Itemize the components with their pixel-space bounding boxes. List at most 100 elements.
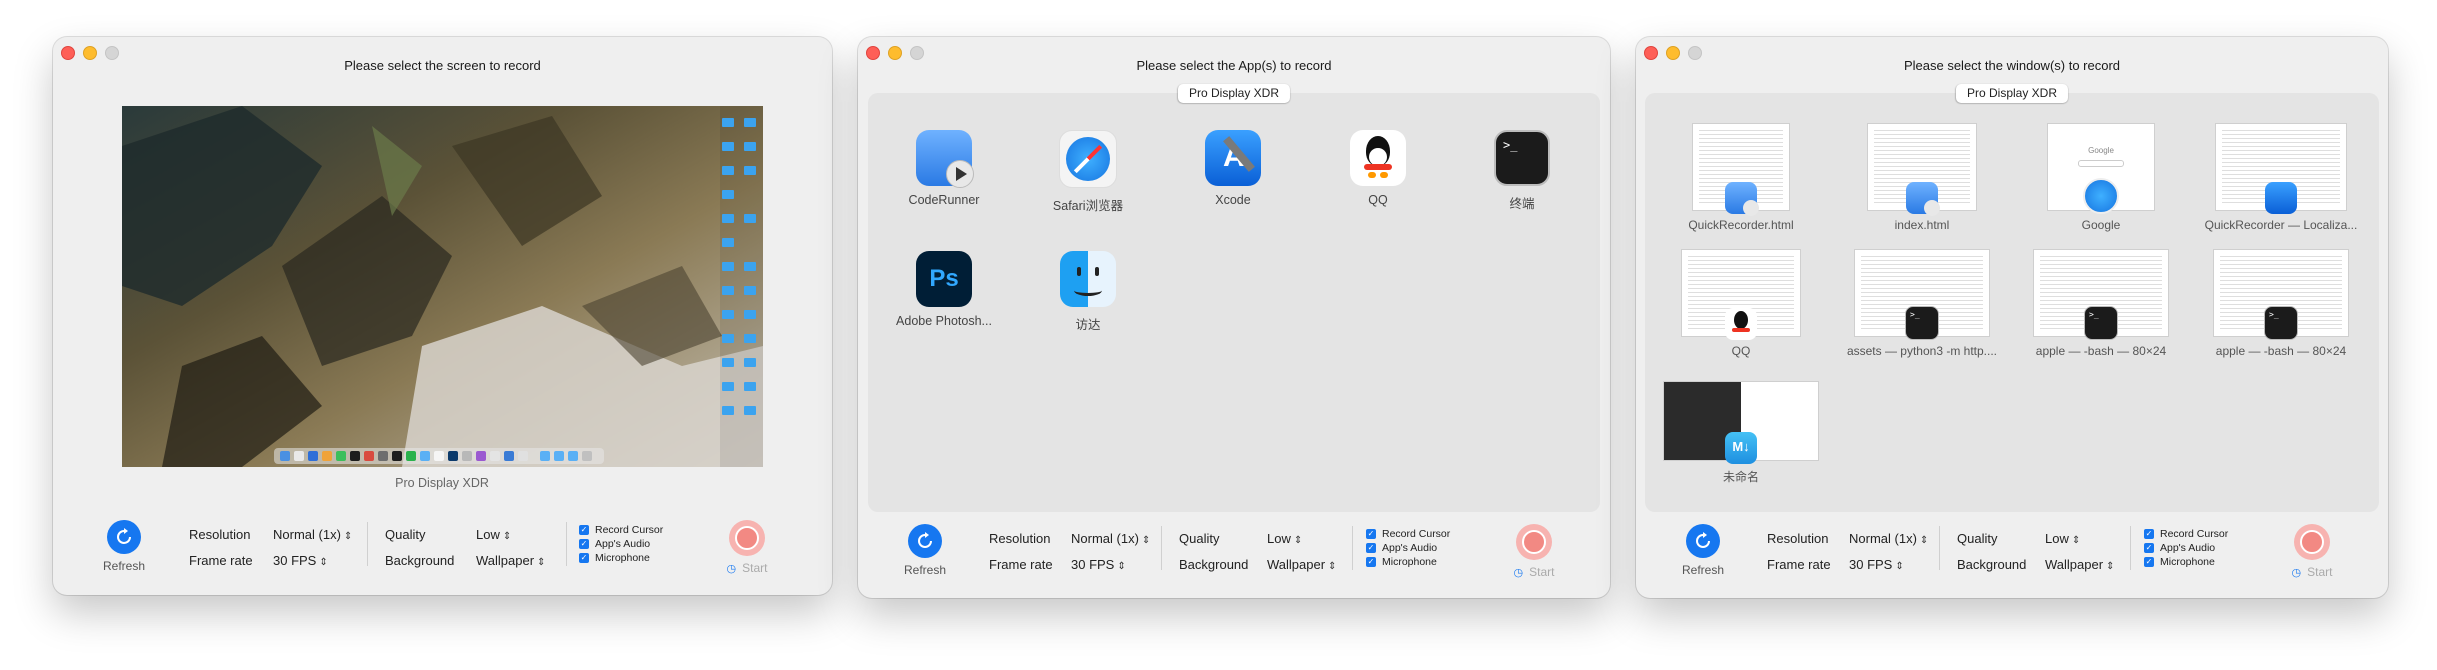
background-select[interactable]: Wallpaper ⇕ xyxy=(2045,557,2114,572)
window-item[interactable]: >_ assets — python3 -m http.... xyxy=(1842,249,2002,358)
timer-icon[interactable]: ◷ xyxy=(727,562,737,575)
terminal-glyph: >_ xyxy=(2269,310,2279,319)
record-icon xyxy=(1516,524,1552,560)
display-select-button[interactable]: Pro Display XDR xyxy=(1177,84,1291,103)
framerate-label: Frame rate xyxy=(989,557,1053,572)
resolution-select[interactable]: Normal (1x) ⇕ xyxy=(1071,531,1150,546)
qq-penguin-icon xyxy=(1725,308,1757,340)
chevron-updown-icon: ⇕ xyxy=(1895,561,1904,572)
quality-select[interactable]: Low ⇕ xyxy=(2045,531,2080,546)
google-text: Google xyxy=(2088,146,2114,155)
window-item[interactable]: >_ apple — -bash — 80×24 xyxy=(2021,249,2181,358)
markdown-glyph: M↓ xyxy=(1732,439,1750,454)
screen-caption: Pro Display XDR xyxy=(395,476,489,490)
coderunner-icon xyxy=(1725,182,1759,216)
microphone-checkbox[interactable]: ✓ Microphone xyxy=(579,551,663,565)
xcode-icon xyxy=(2265,182,2297,214)
chevron-updown-icon: ⇕ xyxy=(1141,535,1151,546)
microphone-checkbox[interactable]: ✓ Microphone xyxy=(1366,555,1450,569)
window-item[interactable]: QuickRecorder — Localiza... xyxy=(2201,123,2361,232)
record-cursor-checkbox[interactable]: ✓ Record Cursor xyxy=(579,523,663,537)
refresh-button[interactable]: Refresh xyxy=(895,524,955,577)
refresh-icon xyxy=(107,520,141,554)
window-item[interactable]: QuickRecorder.html xyxy=(1661,123,1821,232)
checkmark-icon: ✓ xyxy=(579,539,589,549)
checkmark-icon: ✓ xyxy=(579,525,589,535)
divider xyxy=(2130,526,2131,570)
control-bar: Refresh Resolution Normal (1x) ⇕ Frame ra… xyxy=(53,520,832,595)
display-select-button[interactable]: Pro Display XDR xyxy=(1955,84,2069,103)
window-item[interactable]: index.html xyxy=(1842,123,2002,232)
terminal-icon: >_ xyxy=(1494,130,1550,186)
screen-thumbnail[interactable] xyxy=(122,106,763,467)
safari-icon xyxy=(1059,130,1117,188)
start-button[interactable]: ◷ Start xyxy=(1510,524,1558,579)
framerate-select[interactable]: 30 FPS ⇕ xyxy=(1071,557,1126,572)
coderunner-icon xyxy=(1906,182,1940,216)
terminal-glyph: >_ xyxy=(1910,310,1920,319)
quality-select[interactable]: Low ⇕ xyxy=(476,527,511,542)
background-select[interactable]: Wallpaper ⇕ xyxy=(1267,557,1336,572)
window-item[interactable]: >_ apple — -bash — 80×24 xyxy=(2201,249,2361,358)
window-label: 未命名 xyxy=(1722,470,1759,484)
timer-icon[interactable]: ◷ xyxy=(1514,566,1524,579)
window-item[interactable]: Google Google xyxy=(2021,123,2181,232)
terminal-icon: >_ xyxy=(2264,306,2298,340)
start-label: Start xyxy=(1529,565,1555,579)
record-cursor-checkbox[interactable]: ✓ Record Cursor xyxy=(2144,527,2228,541)
resolution-select[interactable]: Normal (1x) ⇕ xyxy=(273,527,352,542)
microphone-checkbox[interactable]: ✓ Microphone xyxy=(2144,555,2228,569)
window-thumbnail: >_ xyxy=(2033,249,2169,340)
resolution-select[interactable]: Normal (1x) ⇕ xyxy=(1849,531,1928,546)
background-select[interactable]: Wallpaper ⇕ xyxy=(476,553,545,568)
app-label: 终端 xyxy=(1509,197,1535,211)
apps-audio-checkbox[interactable]: ✓ App's Audio xyxy=(1366,541,1450,555)
refresh-icon xyxy=(1686,524,1720,558)
app-item-finder[interactable]: 访达 xyxy=(1018,251,1158,333)
start-button[interactable]: ◷ Start xyxy=(2288,524,2336,579)
wallpaper-image xyxy=(122,106,763,467)
app-item-xcode[interactable]: A Xcode xyxy=(1163,130,1303,207)
checkmark-icon: ✓ xyxy=(2144,557,2154,567)
app-item-qq[interactable]: QQ xyxy=(1308,130,1448,207)
app-item-safari[interactable]: Safari浏览器 xyxy=(1018,130,1158,214)
refresh-button[interactable]: Refresh xyxy=(94,520,154,573)
window-item[interactable]: M↓ 未命名 xyxy=(1661,381,1821,485)
app-label: 访达 xyxy=(1075,318,1101,332)
refresh-button[interactable]: Refresh xyxy=(1673,524,1733,577)
screen-select-window: Please select the screen to record Pro D… xyxy=(53,37,832,595)
resolution-label: Resolution xyxy=(989,531,1051,546)
start-button[interactable]: ◷ Start xyxy=(723,520,771,575)
quality-select[interactable]: Low ⇕ xyxy=(1267,531,1302,546)
window-label: QuickRecorder — Localiza... xyxy=(2204,218,2358,232)
quality-value: Low xyxy=(2045,531,2069,546)
window-title: Please select the window(s) to record xyxy=(1903,58,2121,73)
window-thumbnail: Google xyxy=(2047,123,2155,214)
window-label: QQ xyxy=(1731,344,1751,358)
app-item-photoshop[interactable]: Ps Adobe Photosh... xyxy=(874,251,1014,328)
app-item-terminal[interactable]: >_ 终端 xyxy=(1452,130,1592,212)
refresh-label: Refresh xyxy=(903,563,947,577)
timer-icon[interactable]: ◷ xyxy=(2292,566,2302,579)
record-cursor-checkbox[interactable]: ✓ Record Cursor xyxy=(1366,527,1450,541)
apps-audio-checkbox[interactable]: ✓ App's Audio xyxy=(579,537,663,551)
framerate-select[interactable]: 30 FPS ⇕ xyxy=(1849,557,1904,572)
window-thumbnail: M↓ xyxy=(1663,381,1819,464)
window-thumbnail: >_ xyxy=(1854,249,1990,340)
background-label: Background xyxy=(1957,557,2027,572)
chevron-updown-icon: ⇕ xyxy=(319,557,328,568)
chevron-updown-icon: ⇕ xyxy=(1919,535,1929,546)
finder-icon xyxy=(1060,251,1116,307)
window-item[interactable]: QQ xyxy=(1661,249,1821,358)
record-icon xyxy=(2294,524,2330,560)
chevron-updown-icon: ⇕ xyxy=(1117,561,1126,572)
app-item-coderunner[interactable]: CodeRunner xyxy=(874,130,1014,207)
terminal-glyph: >_ xyxy=(2089,310,2099,319)
options-checkboxes: ✓ Record Cursor ✓ App's Audio ✓ Microphone xyxy=(1366,527,1450,569)
framerate-select[interactable]: 30 FPS ⇕ xyxy=(273,553,328,568)
background-label: Background xyxy=(385,553,455,568)
apps-audio-checkbox[interactable]: ✓ App's Audio xyxy=(2144,541,2228,555)
window-label: apple — -bash — 80×24 xyxy=(2215,344,2347,358)
window-thumbnail xyxy=(1681,249,1801,340)
checkmark-icon: ✓ xyxy=(1366,557,1376,567)
